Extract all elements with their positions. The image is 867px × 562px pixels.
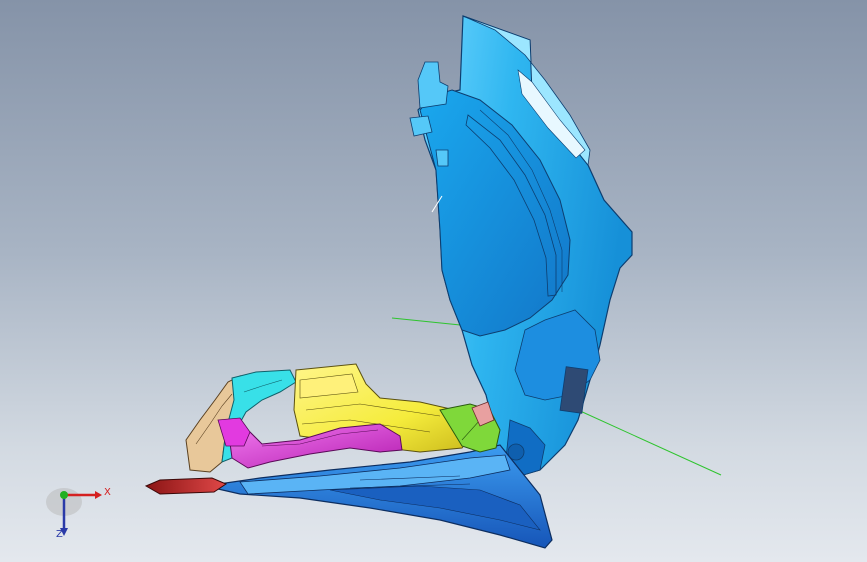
triad-z-label: Z bbox=[56, 529, 63, 540]
orientation-triad: X Z bbox=[40, 478, 120, 548]
grab-rail-part[interactable] bbox=[144, 477, 228, 495]
cad-3d-viewport[interactable]: X Z bbox=[0, 0, 867, 562]
triad-y-axis bbox=[60, 491, 68, 499]
scooter-body-model[interactable] bbox=[0, 0, 867, 562]
triad-x-arrowhead bbox=[95, 491, 102, 499]
triad-x-label: X bbox=[104, 487, 111, 498]
x-axis-reference-line bbox=[577, 409, 722, 476]
